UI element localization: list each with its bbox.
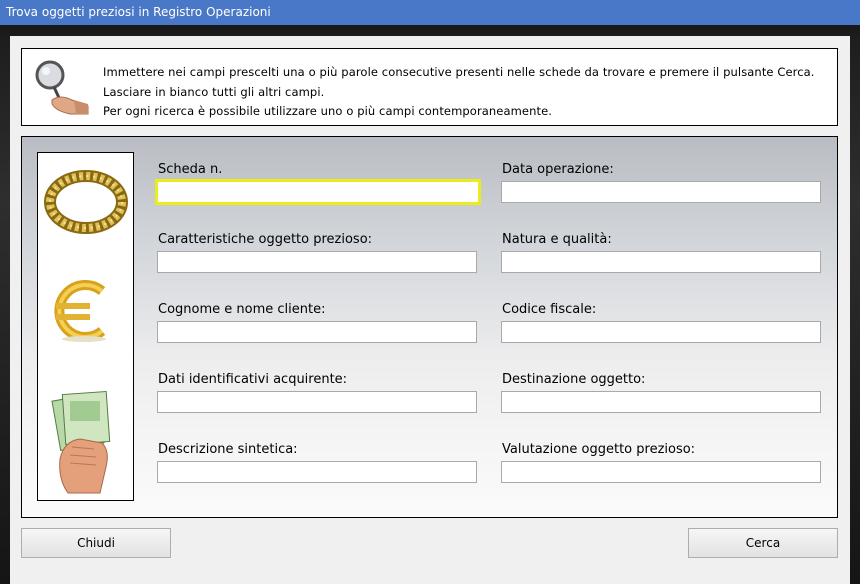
natura-input[interactable]	[501, 251, 821, 273]
destinazione-input[interactable]	[501, 391, 821, 413]
codice-fiscale-label: Codice fiscale:	[502, 302, 597, 317]
instruction-line: Immettere nei campi prescelti una o più …	[103, 65, 815, 79]
caratteristiche-input[interactable]	[157, 251, 477, 273]
gold-ring-icon	[44, 170, 128, 234]
acquirente-input[interactable]	[157, 391, 477, 413]
natura-label: Natura e qualità:	[502, 232, 612, 247]
scheda-label: Scheda n.	[158, 162, 223, 177]
banknotes-hand-icon	[51, 390, 111, 494]
euro-sign-icon	[54, 280, 106, 342]
data-operazione-input[interactable]	[501, 181, 821, 203]
magnifier-hand-icon	[35, 60, 89, 115]
scheda-input[interactable]	[155, 179, 481, 205]
instruction-line: Lasciare in bianco tutti gli altri campi…	[103, 84, 325, 99]
search-fields-panel: Scheda n. Caratteristiche oggetto prezio…	[21, 136, 838, 518]
close-button[interactable]: Chiudi	[21, 528, 171, 558]
descrizione-input[interactable]	[157, 461, 477, 483]
cliente-label: Cognome e nome cliente:	[158, 302, 326, 317]
cliente-input[interactable]	[157, 321, 477, 343]
descrizione-label: Descrizione sintetica:	[158, 442, 298, 457]
window-title: Trova oggetti preziosi in Registro Opera…	[0, 0, 860, 25]
acquirente-label: Dati identificativi acquirente:	[158, 372, 348, 387]
instructions-box: Immettere nei campi prescelti una o più …	[21, 48, 838, 126]
valutazione-label: Valutazione oggetto prezioso:	[502, 442, 696, 457]
data-operazione-label: Data operazione:	[502, 162, 614, 177]
search-button[interactable]: Cerca	[688, 528, 838, 558]
destinazione-label: Destinazione oggetto:	[502, 372, 646, 387]
valutazione-input[interactable]	[501, 461, 821, 483]
decorative-image-column	[37, 152, 134, 501]
instructions-text: Immettere nei campi prescelti una o più …	[103, 63, 815, 122]
codice-fiscale-input[interactable]	[501, 321, 821, 343]
instruction-line: Per ogni ricerca è possibile utilizzare …	[103, 104, 553, 118]
dialog-client-area: Immettere nei campi prescelti una o più …	[10, 36, 850, 584]
caratteristiche-label: Caratteristiche oggetto prezioso:	[158, 232, 373, 247]
